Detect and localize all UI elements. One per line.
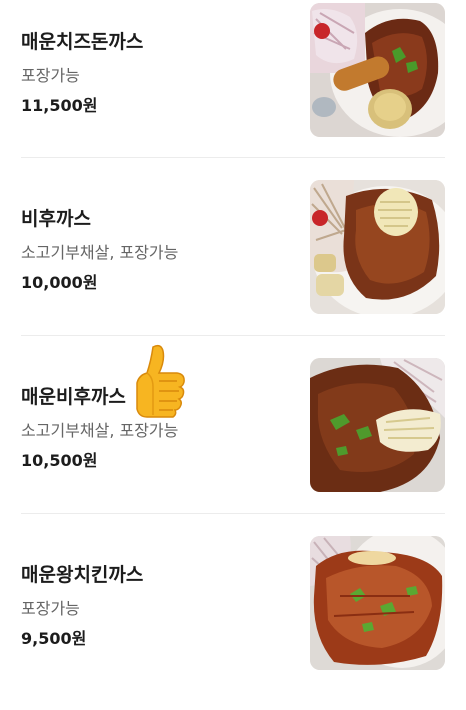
menu-item-name: 비후까스 bbox=[21, 208, 91, 230]
menu-item-price: 9,500원 bbox=[21, 629, 87, 648]
divider bbox=[21, 157, 445, 158]
menu-item-name: 매운왕치킨까스 bbox=[21, 564, 144, 586]
menu-item-photo[interactable] bbox=[310, 3, 445, 137]
menu-item-price: 10,000원 bbox=[21, 273, 98, 292]
menu-item[interactable]: 매운치즈돈까스 포장가능 11,500원 bbox=[0, 0, 466, 177]
menu-item-name: 매운치즈돈까스 bbox=[21, 31, 144, 53]
divider bbox=[21, 335, 445, 336]
menu-item-description: 소고기부채살, 포장가능 bbox=[21, 243, 179, 262]
menu-item-photo[interactable] bbox=[310, 536, 445, 670]
menu-item-price: 10,500원 bbox=[21, 451, 98, 470]
menu-item-description: 포장가능 bbox=[21, 66, 80, 85]
divider bbox=[21, 513, 445, 514]
menu-item-photo[interactable] bbox=[310, 180, 445, 314]
menu-item[interactable]: 매운비후까스 소고기부채살, 포장가능 10,500원 bbox=[0, 355, 466, 532]
menu-item-price: 11,500원 bbox=[21, 96, 98, 115]
menu-item[interactable]: 비후까스 소고기부채살, 포장가능 10,000원 bbox=[0, 177, 466, 354]
menu-item-name: 매운비후까스 bbox=[21, 386, 126, 408]
menu-item-description: 소고기부채살, 포장가능 bbox=[21, 421, 179, 440]
menu-item-photo[interactable] bbox=[310, 358, 445, 492]
menu-item[interactable]: 매운왕치킨까스 포장가능 9,500원 bbox=[0, 533, 466, 710]
menu-item-description: 포장가능 bbox=[21, 599, 80, 618]
thumbs-up-icon bbox=[133, 343, 187, 419]
